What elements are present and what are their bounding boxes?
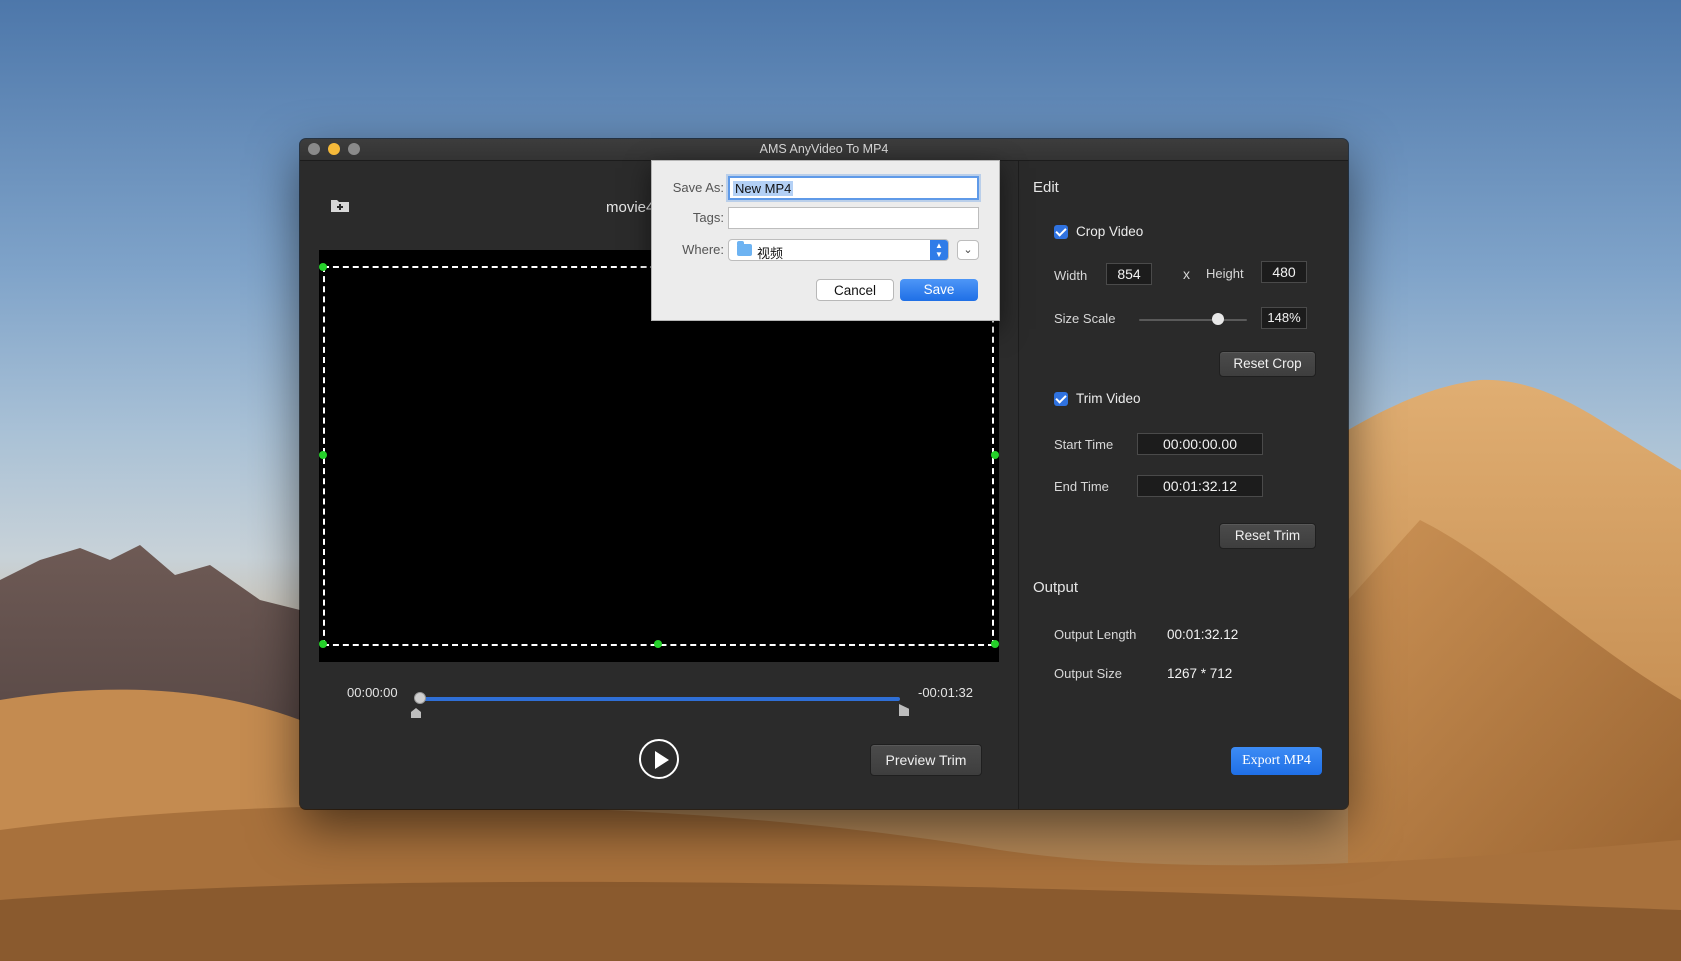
output-size-value: 1267 * 712 xyxy=(1167,666,1233,681)
trim-end-marker[interactable] xyxy=(899,704,909,716)
crop-handle-bottom[interactable] xyxy=(654,640,662,648)
window-title: AMS AnyVideo To MP4 xyxy=(759,142,889,156)
folder-icon xyxy=(737,241,752,256)
where-select[interactable]: 视频 ▲ ▼ xyxy=(728,239,949,261)
tags-input[interactable] xyxy=(728,207,979,229)
trim-video-label: Trim Video xyxy=(1076,391,1141,406)
current-time: 00:00:00 xyxy=(347,685,398,700)
export-mp4-button[interactable]: Export MP4 xyxy=(1231,747,1322,775)
output-section-title: Output xyxy=(1033,579,1079,596)
reset-trim-button[interactable]: Reset Trim xyxy=(1219,523,1316,549)
trim-video-checkbox[interactable] xyxy=(1054,392,1068,406)
output-length-label: Output Length xyxy=(1054,627,1137,642)
chevron-down-icon: ⌄ xyxy=(963,244,973,256)
where-value: 视频 xyxy=(757,246,784,261)
where-label: Where: xyxy=(682,242,724,257)
save-as-value: New MP4 xyxy=(733,181,794,196)
file-name: movie4 xyxy=(606,199,655,216)
reset-crop-button[interactable]: Reset Crop xyxy=(1219,351,1316,377)
cancel-button[interactable]: Cancel xyxy=(816,279,894,301)
save-dialog: Save As: New MP4 Tags: Where: 视频 ▲ ▼ ⌄ Ca… xyxy=(651,160,1000,321)
size-scale-slider-track[interactable] xyxy=(1139,319,1247,321)
height-label: Height xyxy=(1206,266,1244,281)
crop-handle-left[interactable] xyxy=(319,451,327,459)
crop-rectangle[interactable] xyxy=(323,266,994,646)
times-label: x xyxy=(1183,266,1190,282)
remaining-time: -00:01:32 xyxy=(918,685,973,700)
playhead-knob[interactable] xyxy=(414,692,426,704)
end-time-label: End Time xyxy=(1054,479,1109,494)
add-folder-icon[interactable] xyxy=(330,197,350,213)
preview-trim-button[interactable]: Preview Trim xyxy=(870,744,982,776)
crop-video-checkbox[interactable] xyxy=(1054,225,1068,239)
crop-video-label: Crop Video xyxy=(1076,224,1144,239)
save-as-label: Save As: xyxy=(672,180,724,195)
width-field[interactable]: 854 xyxy=(1106,263,1152,285)
expand-dialog-button[interactable]: ⌄ xyxy=(957,240,979,260)
settings-pane: Edit Crop Video Width 854 x Height 480 S… xyxy=(1018,161,1348,809)
play-button[interactable] xyxy=(639,739,679,779)
trim-start-marker[interactable] xyxy=(411,708,421,718)
title-bar: AMS AnyVideo To MP4 xyxy=(300,139,1348,161)
timeline-track[interactable] xyxy=(418,697,900,701)
size-scale-slider-knob[interactable] xyxy=(1212,313,1224,325)
size-scale-label: Size Scale xyxy=(1054,311,1116,326)
crop-handle-top-left[interactable] xyxy=(319,263,327,271)
start-time-field[interactable]: 00:00:00.00 xyxy=(1137,433,1263,455)
output-length-value: 00:01:32.12 xyxy=(1167,627,1239,642)
save-button[interactable]: Save xyxy=(900,279,978,301)
crop-handle-bottom-right[interactable] xyxy=(991,640,999,648)
edit-section-title: Edit xyxy=(1033,179,1059,196)
save-as-input[interactable]: New MP4 xyxy=(728,176,979,200)
crop-handle-right[interactable] xyxy=(991,451,999,459)
start-time-label: Start Time xyxy=(1054,437,1114,452)
size-scale-field[interactable]: 148% xyxy=(1261,307,1307,329)
output-size-label: Output Size xyxy=(1054,666,1122,681)
tags-label: Tags: xyxy=(692,210,724,225)
updown-arrows-icon: ▲ ▼ xyxy=(930,240,948,260)
width-label: Width xyxy=(1054,268,1088,283)
crop-handle-bottom-left[interactable] xyxy=(319,640,327,648)
end-time-field[interactable]: 00:01:32.12 xyxy=(1137,475,1263,497)
height-field[interactable]: 480 xyxy=(1261,261,1307,283)
